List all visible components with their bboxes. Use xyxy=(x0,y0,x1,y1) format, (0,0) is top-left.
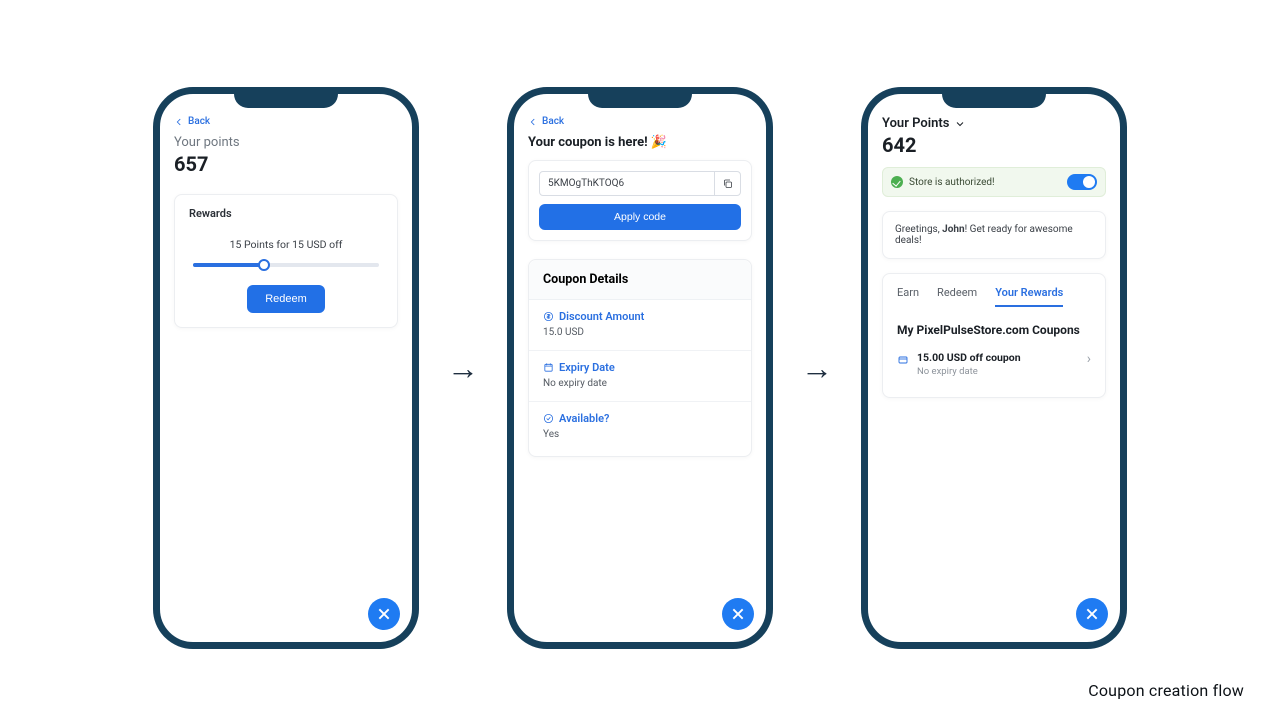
expiry-label: Expiry Date xyxy=(559,361,615,374)
arrow-left-icon xyxy=(174,117,184,127)
amount-label: Discount Amount xyxy=(559,310,644,323)
close-button[interactable] xyxy=(1076,598,1108,630)
phone-frame-2: Back Your coupon is here! 🎉 5KMOgThKTOQ6… xyxy=(507,87,773,649)
close-button[interactable] xyxy=(722,598,754,630)
greeting-user: John xyxy=(942,224,964,235)
tabs-row: Earn Redeem Your Rewards xyxy=(897,286,1091,307)
available-label: Available? xyxy=(559,412,609,425)
store-authorized-banner: Store is authorized! xyxy=(882,167,1106,197)
available-value: Yes xyxy=(543,429,737,440)
phone-frame-3: Your Points 642 Store is authorized! Gre… xyxy=(861,87,1127,649)
coupon-details-card: Coupon Details Discount Amount 15.0 USD … xyxy=(528,259,752,457)
points-label: Your Points xyxy=(882,116,949,131)
coupon-arrived-title: Your coupon is here! 🎉 xyxy=(528,135,752,150)
copy-code-button[interactable] xyxy=(714,172,740,195)
rewards-offer-text: 15 Points for 15 USD off xyxy=(189,238,383,251)
chevron-right-icon: › xyxy=(1087,351,1091,367)
detail-block-amount: Discount Amount 15.0 USD xyxy=(529,300,751,351)
coupon-details-header: Coupon Details xyxy=(529,260,751,300)
rewards-card: Rewards 15 Points for 15 USD off Redeem xyxy=(174,194,398,328)
amount-value: 15.0 USD xyxy=(543,327,737,338)
greeting-card: Greetings, John! Get ready for awesome d… xyxy=(882,211,1106,259)
my-coupons-heading: My PixelPulseStore.com Coupons xyxy=(897,323,1091,337)
flow-arrow-2: → xyxy=(801,352,833,384)
figure-caption: Coupon creation flow xyxy=(1088,681,1244,700)
dollar-icon xyxy=(543,311,554,322)
close-icon xyxy=(730,606,746,622)
tab-earn[interactable]: Earn xyxy=(897,286,919,307)
back-button[interactable]: Back xyxy=(528,116,752,127)
check-circle-icon xyxy=(543,413,554,424)
coupon-item-title: 15.00 USD off coupon xyxy=(917,351,1021,364)
redeem-slider[interactable] xyxy=(193,263,379,267)
slider-thumb[interactable] xyxy=(258,259,270,271)
coupon-code-field[interactable]: 5KMOgThKTOQ6 xyxy=(540,172,714,195)
calendar-icon xyxy=(543,362,554,373)
points-value: 642 xyxy=(882,133,1106,157)
check-icon xyxy=(891,176,903,188)
authorized-text: Store is authorized! xyxy=(909,177,995,188)
chevron-down-icon xyxy=(954,118,966,130)
back-label: Back xyxy=(188,116,210,127)
points-dropdown[interactable]: Your Points xyxy=(882,116,1106,131)
greeting-pre: Greetings, xyxy=(895,224,942,235)
copy-icon xyxy=(722,178,734,190)
phone-frame-1: Back Your points 657 Rewards 15 Points f… xyxy=(153,87,419,649)
authorized-toggle[interactable] xyxy=(1067,174,1097,190)
detail-block-expiry: Expiry Date No expiry date xyxy=(529,351,751,402)
coupon-item-subtitle: No expiry date xyxy=(917,366,1021,377)
detail-block-available: Available? Yes xyxy=(529,402,751,452)
expiry-value: No expiry date xyxy=(543,378,737,389)
back-label: Back xyxy=(542,116,564,127)
flow-arrow-1: → xyxy=(447,352,479,384)
tab-redeem[interactable]: Redeem xyxy=(937,286,977,307)
apply-code-button[interactable]: Apply code xyxy=(539,204,741,230)
points-value: 657 xyxy=(174,152,398,176)
rewards-title: Rewards xyxy=(189,207,383,220)
arrow-left-icon xyxy=(528,117,538,127)
coupon-code-card: 5KMOgThKTOQ6 Apply code xyxy=(528,160,752,241)
close-icon xyxy=(376,606,392,622)
slider-fill xyxy=(193,263,264,267)
coupon-list-item[interactable]: 15.00 USD off coupon No expiry date › xyxy=(897,347,1091,381)
close-icon xyxy=(1084,606,1100,622)
redeem-button[interactable]: Redeem xyxy=(247,285,325,313)
points-label: Your points xyxy=(174,135,398,150)
tab-your-rewards[interactable]: Your Rewards xyxy=(995,286,1063,307)
close-button[interactable] xyxy=(368,598,400,630)
rewards-tabs-card: Earn Redeem Your Rewards My PixelPulseSt… xyxy=(882,273,1106,398)
coupon-icon xyxy=(897,351,909,370)
back-button[interactable]: Back xyxy=(174,116,398,127)
